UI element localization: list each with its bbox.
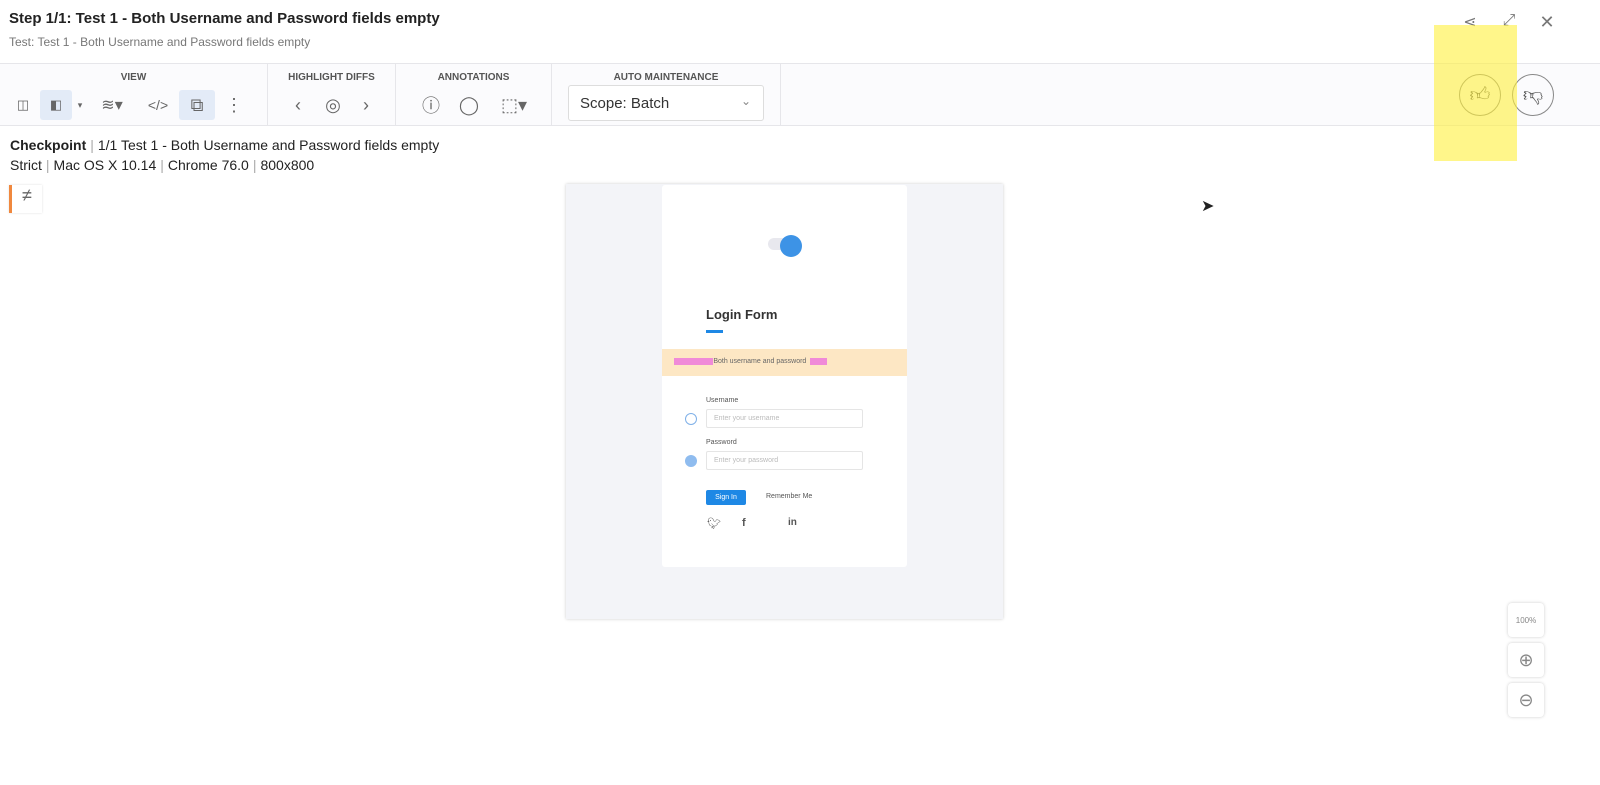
highlight-overlay xyxy=(1434,25,1517,161)
thumbs-down-icon: 👎︎ xyxy=(1522,84,1544,106)
diff-highlight: fields xyxy=(810,358,827,365)
facebook-icon[interactable]: f xyxy=(742,517,746,529)
region-icon[interactable]: ⬚▾ xyxy=(492,90,536,120)
highlight-group: HIGHLIGHT DIFFS ‹ ◎ › xyxy=(268,64,396,126)
auto-maintenance-label: AUTO MAINTENANCE xyxy=(613,72,719,83)
view-group: VIEW ◫ ◧ ▾ ≋▾ </> ⧉ ⋮ xyxy=(0,64,268,126)
checkpoint-screenshot[interactable]: Login Form Please enterBoth username and… xyxy=(566,184,1003,619)
thumbs-down-button[interactable]: 👎︎ xyxy=(1512,74,1554,116)
close-icon[interactable]: ✕ xyxy=(1537,12,1557,32)
checkpoint-env: Strict | Mac OS X 10.14 | Chrome 76.0 | 800x80… xyxy=(10,157,315,173)
twitter-icon[interactable]: 🐦︎ xyxy=(707,517,721,530)
alert-banner: Please enterBoth username and passwordfi… xyxy=(662,349,907,376)
step-title: Step 1/1: Test 1 - Both Username and Pas… xyxy=(9,10,440,27)
mouse-cursor: ➤ xyxy=(1201,198,1215,215)
username-input[interactable]: Enter your username xyxy=(706,409,863,428)
linkedin-icon[interactable]: in xyxy=(788,517,797,528)
overlay-icon[interactable]: ⧉ xyxy=(179,90,215,120)
diff-highlight: Please enter xyxy=(674,358,714,365)
signin-button[interactable]: Sign In xyxy=(706,490,746,505)
password-label: Password xyxy=(706,439,737,446)
alert-text: Both username and password xyxy=(713,358,807,365)
zoom-fit-button[interactable]: 100% xyxy=(1508,603,1544,637)
form-title: Login Form xyxy=(706,307,778,322)
more-icon[interactable]: ⋮ xyxy=(224,90,244,120)
diff-status-icon[interactable]: ≠ xyxy=(9,185,42,213)
single-view-icon[interactable]: ◧ xyxy=(40,90,72,120)
browser: Chrome 76.0 xyxy=(167,157,249,173)
title-underline xyxy=(706,330,723,333)
remember-me[interactable]: Remember Me xyxy=(766,493,812,500)
chevron-down-icon: ⌄ xyxy=(740,94,751,108)
checkpoint-name: 1/1 Test 1 - Both Username and Password … xyxy=(97,137,440,153)
lock-icon xyxy=(685,455,697,467)
match-level: Strict xyxy=(10,157,42,173)
view-label: VIEW xyxy=(120,72,147,83)
zoom-out-button[interactable]: ⊖ xyxy=(1508,683,1544,717)
annotations-group: ANNOTATIONS ⓘ ◯ ⬚▾ xyxy=(396,64,552,126)
view-dropdown-icon[interactable]: ▾ xyxy=(74,90,86,120)
checkpoint-info: Checkpoint | 1/1 Test 1 - Both Username an… xyxy=(10,137,440,153)
issue-icon[interactable]: ⓘ xyxy=(418,90,444,120)
scope-select[interactable]: Scope: Batch ⌄ xyxy=(568,85,764,121)
scope-value: Scope: Batch xyxy=(580,95,670,112)
next-diff-icon[interactable]: › xyxy=(356,90,376,120)
highlight-icon[interactable]: ◎ xyxy=(320,90,346,120)
zoom-in-button[interactable]: ⊕ xyxy=(1508,643,1544,677)
username-label: Username xyxy=(706,397,739,404)
comment-icon[interactable]: ◯ xyxy=(456,90,482,120)
step-subtitle: Test: Test 1 - Both Username and Passwor… xyxy=(9,35,311,49)
auto-maintenance-group: AUTO MAINTENANCE Scope: Batch ⌄ xyxy=(552,64,781,126)
checkpoint-label: Checkpoint xyxy=(10,137,87,153)
password-input[interactable]: Enter your password xyxy=(706,451,863,470)
side-by-side-icon[interactable]: ◫ xyxy=(8,90,38,120)
user-icon xyxy=(685,413,697,425)
annotations-label: ANNOTATIONS xyxy=(437,72,510,83)
zoom-fit-label: 100% xyxy=(1515,615,1537,625)
os: Mac OS X 10.14 xyxy=(53,157,157,173)
minus-icon: ⊖ xyxy=(1518,689,1534,710)
login-card: Login Form Please enterBoth username and… xyxy=(662,185,907,567)
plus-icon: ⊕ xyxy=(1518,649,1534,670)
code-icon[interactable]: </> xyxy=(143,90,173,120)
toolbar: VIEW ◫ ◧ ▾ ≋▾ </> ⧉ ⋮ HIGHLIGHT DIFFS ‹ … xyxy=(0,63,1600,126)
logo-icon xyxy=(780,235,802,257)
highlight-label: HIGHLIGHT DIFFS xyxy=(288,72,375,83)
viewport: 800x800 xyxy=(260,157,315,173)
prev-diff-icon[interactable]: ‹ xyxy=(288,90,308,120)
layers-icon[interactable]: ≋▾ xyxy=(92,90,132,120)
